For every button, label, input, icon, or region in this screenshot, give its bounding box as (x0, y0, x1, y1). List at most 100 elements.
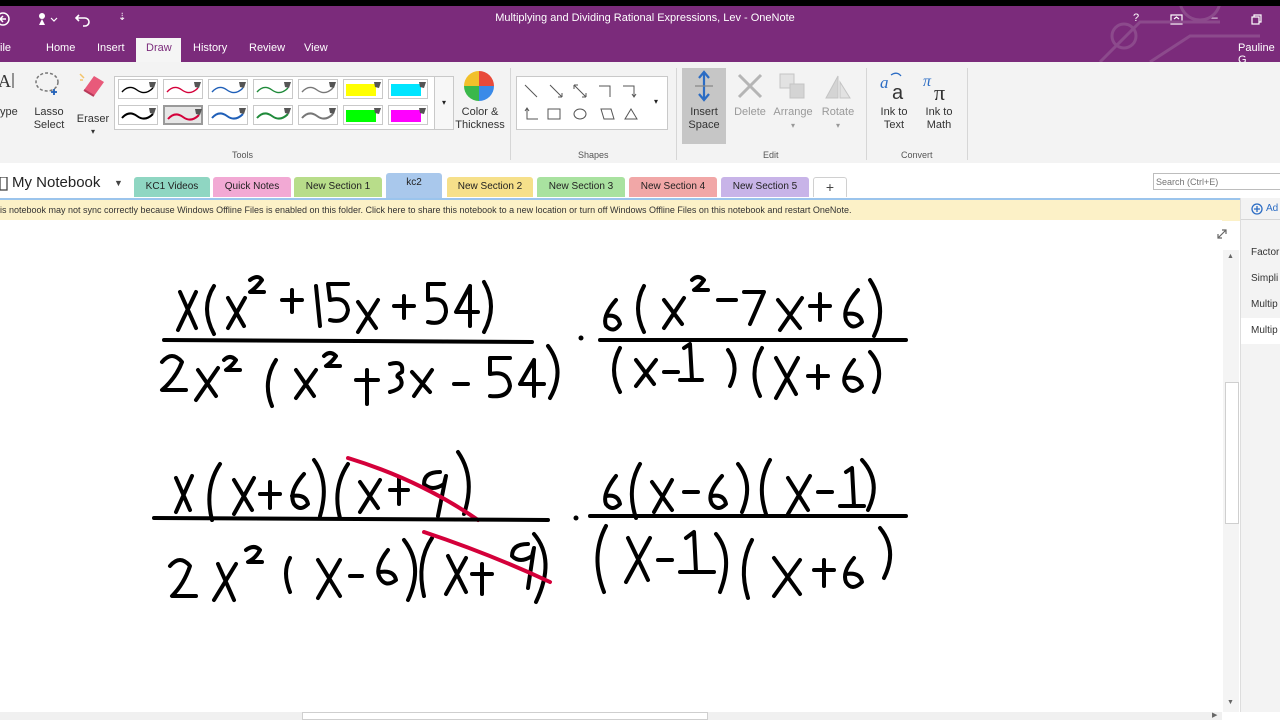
pen-stroke-icon (391, 108, 426, 122)
svg-text:A: A (0, 71, 11, 91)
pen-swatch[interactable] (208, 79, 248, 99)
multiply-dot-2 (573, 515, 579, 521)
pen-gallery-more-icon[interactable]: ▾ (434, 76, 454, 130)
shapes-group-label: Shapes (578, 150, 609, 160)
shapes-icons[interactable] (517, 77, 667, 129)
rotate-icon[interactable] (822, 72, 852, 102)
eraser-icon[interactable] (78, 72, 106, 102)
tab-review[interactable]: Review (249, 42, 285, 54)
add-section-button[interactable]: + (813, 177, 847, 197)
tab-insert[interactable]: Insert (97, 42, 125, 54)
scroll-down-icon[interactable]: ▼ (1227, 699, 1234, 706)
ink-row2-left-numerator (174, 450, 471, 522)
ink-to-text-label-1: Ink to (880, 106, 908, 118)
svg-text:π: π (934, 80, 945, 102)
pen-swatch[interactable] (163, 79, 203, 99)
scroll-thumb[interactable] (1225, 382, 1239, 524)
delete-label: Delete (734, 106, 766, 118)
type-icon[interactable]: A (0, 70, 18, 92)
handwritten-math-ink[interactable] (0, 220, 1222, 712)
pen-swatch[interactable] (298, 105, 338, 125)
pen-stroke-icon (256, 82, 291, 94)
sync-warning-text[interactable]: is notebook may not sync correctly becau… (0, 205, 851, 215)
pen-stroke-icon (391, 82, 426, 96)
pen-swatch[interactable] (208, 105, 248, 125)
ink-row2-left-denominator (168, 532, 548, 604)
edit-group-label: Edit (763, 150, 779, 160)
page-item[interactable]: Multip (1251, 325, 1278, 336)
pen-stroke-icon (301, 82, 336, 94)
horizontal-scrollbar[interactable]: ▶ (0, 712, 1222, 720)
section-tab[interactable]: New Section 5 (721, 177, 809, 197)
ink-to-text-icon[interactable]: a a (879, 70, 911, 102)
insert-space-label-2: Space (688, 119, 720, 131)
tab-history[interactable]: History (193, 42, 227, 54)
pen-swatch[interactable] (118, 105, 158, 125)
arrange-label: Arrange (773, 106, 813, 118)
pen-swatch[interactable] (253, 79, 293, 99)
pen-swatch[interactable] (298, 79, 338, 99)
ink-to-math-icon[interactable]: π π (922, 70, 956, 102)
pen-stroke-icon (211, 82, 246, 94)
hscroll-thumb[interactable] (302, 712, 708, 720)
ink-row1-left-numerator (176, 275, 493, 336)
pen-stroke-icon (301, 108, 336, 120)
color-label-1: Color & (461, 106, 499, 118)
tab-view[interactable]: View (304, 42, 328, 54)
page-item[interactable]: Multip (1251, 299, 1278, 310)
scroll-right-icon[interactable]: ▶ (1212, 711, 1217, 719)
tab-draw[interactable]: Draw (146, 42, 172, 54)
vertical-scrollbar[interactable]: ▲ ▼ (1223, 250, 1239, 712)
section-tab[interactable]: New Section 4 (629, 177, 717, 197)
tab-file[interactable]: ile (0, 42, 11, 54)
pen-swatch[interactable] (343, 105, 383, 125)
insert-space-icon (695, 70, 713, 102)
separator (510, 68, 511, 160)
svg-text:a: a (892, 82, 904, 102)
search-input[interactable] (1153, 173, 1280, 190)
delete-icon[interactable] (736, 72, 764, 100)
convert-group-label: Convert (901, 150, 933, 160)
pen-swatch[interactable] (253, 105, 293, 125)
section-tab[interactable]: KC1 Videos (134, 177, 210, 197)
page-canvas[interactable] (0, 220, 1227, 712)
add-page-label[interactable]: Ad (1266, 203, 1278, 214)
page-item[interactable]: Factor (1251, 247, 1279, 258)
pages-pane: Ad Factor Simpli Multip Multip (1240, 198, 1280, 712)
page-item[interactable]: Simpli (1251, 273, 1278, 284)
pen-stroke-icon (167, 109, 202, 121)
notebook-dropdown-icon[interactable]: ▼ (114, 178, 123, 188)
pen-swatch[interactable] (118, 79, 158, 99)
lasso-label-2: Select (33, 119, 65, 131)
eraser-dropdown-icon[interactable]: ▾ (74, 125, 112, 138)
svg-text:a: a (880, 73, 889, 92)
section-tab[interactable]: kc2 (386, 173, 442, 199)
pen-swatch[interactable] (343, 79, 383, 99)
separator (967, 68, 968, 160)
section-tab[interactable]: Quick Notes (213, 177, 291, 197)
notebook-name[interactable]: My Notebook (12, 174, 100, 191)
arrange-dropdown-icon[interactable]: ▾ (770, 119, 816, 132)
rotate-label: Rotate (821, 106, 855, 118)
insert-space-label-1: Insert (690, 106, 718, 118)
pen-swatch[interactable] (388, 79, 428, 99)
pen-swatch[interactable] (163, 105, 203, 125)
tab-home[interactable]: Home (46, 42, 75, 54)
lasso-select-icon[interactable] (33, 70, 63, 102)
multiply-dot-1 (578, 335, 584, 341)
ink-row1-right-denominator (612, 342, 882, 400)
separator (676, 68, 677, 160)
sync-warning-bar[interactable]: is notebook may not sync correctly becau… (0, 198, 1240, 221)
add-page-icon[interactable] (1251, 203, 1263, 215)
scroll-up-icon[interactable]: ▲ (1227, 253, 1234, 260)
shapes-more-icon[interactable]: ▾ (646, 76, 666, 128)
section-tab[interactable]: New Section 3 (537, 177, 625, 197)
rotate-dropdown-icon[interactable]: ▾ (815, 119, 861, 132)
color-thickness-icon[interactable] (463, 70, 495, 102)
arrange-icon[interactable] (778, 72, 808, 102)
expand-page-icon[interactable] (1216, 228, 1228, 240)
cancel-line-1 (346, 456, 480, 522)
pen-swatch[interactable] (388, 105, 428, 125)
section-tab[interactable]: New Section 2 (447, 177, 533, 197)
section-tab[interactable]: New Section 1 (294, 177, 382, 197)
